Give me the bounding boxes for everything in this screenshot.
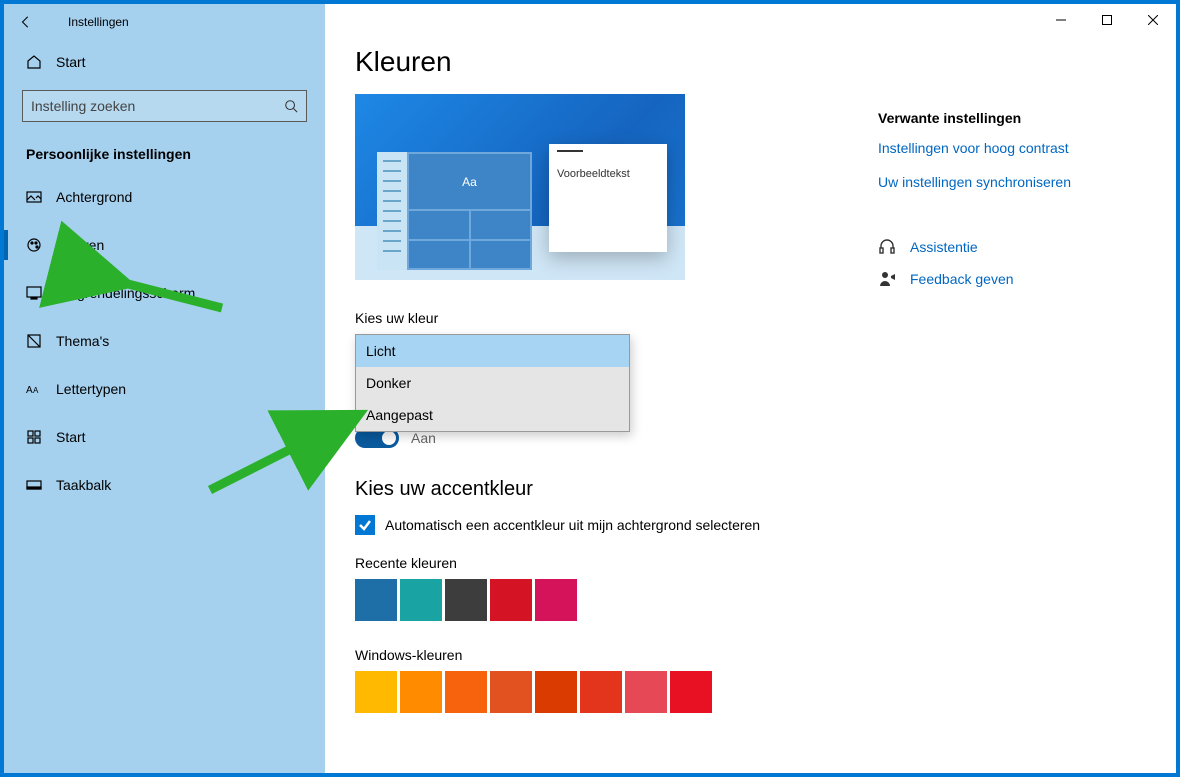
search-box[interactable] <box>22 90 307 122</box>
window-title: Instellingen <box>68 15 129 29</box>
color-swatch[interactable] <box>355 671 397 713</box>
preview-tile: Aa <box>409 154 530 209</box>
sidebar-item-start[interactable]: Start <box>4 416 325 458</box>
color-swatch[interactable] <box>625 671 667 713</box>
color-swatch[interactable] <box>580 671 622 713</box>
link-assistance[interactable]: Assistentie <box>878 238 1118 256</box>
sidebar-item-lockscreen[interactable]: Vergrendelingsscherm <box>4 272 325 314</box>
link-feedback[interactable]: Feedback geven <box>878 270 1118 288</box>
link-sync-settings[interactable]: Uw instellingen synchroniseren <box>878 174 1118 190</box>
home-label: Start <box>56 54 86 70</box>
color-swatch[interactable] <box>400 671 442 713</box>
search-input[interactable] <box>31 98 284 114</box>
sidebar: Instellingen Start Persoonlijke instelli… <box>4 4 325 773</box>
windows-colors-row <box>355 671 1146 713</box>
auto-accent-row[interactable]: Automatisch een accentkleur uit mijn ach… <box>355 515 1146 535</box>
color-swatch[interactable] <box>670 671 712 713</box>
color-swatch[interactable] <box>400 579 442 621</box>
recent-colors-label: Recente kleuren <box>355 555 1146 571</box>
color-mode-dropdown[interactable]: Licht Donker Aangepast <box>355 334 630 432</box>
windows-colors-label: Windows-kleuren <box>355 647 1146 663</box>
color-swatch[interactable] <box>445 579 487 621</box>
choose-color-label: Kies uw kleur <box>355 310 1146 326</box>
color-swatch[interactable] <box>535 671 577 713</box>
nav-items: Achtergrond Kleuren Vergrendelingsscherm… <box>4 176 325 512</box>
sidebar-item-label: Taakbalk <box>56 477 111 493</box>
sidebar-item-label: Start <box>56 429 86 445</box>
link-high-contrast[interactable]: Instellingen voor hoog contrast <box>878 140 1118 156</box>
sidebar-item-label: Vergrendelingsscherm <box>56 285 195 301</box>
minimize-button[interactable] <box>1038 4 1084 36</box>
home-icon <box>26 54 42 70</box>
sidebar-item-colors[interactable]: Kleuren <box>4 224 325 266</box>
related-heading: Verwante instellingen <box>878 110 1118 126</box>
sidebar-item-background[interactable]: Achtergrond <box>4 176 325 218</box>
start-icon <box>26 429 42 445</box>
dropdown-option-light[interactable]: Licht <box>356 335 629 367</box>
close-button[interactable] <box>1130 4 1176 36</box>
maximize-button[interactable] <box>1084 4 1130 36</box>
preview-window: Voorbeeldtekst <box>549 144 667 252</box>
sidebar-item-themes[interactable]: Thema's <box>4 320 325 362</box>
theme-icon <box>26 333 42 349</box>
font-icon: AA <box>26 381 42 397</box>
headset-icon <box>878 238 896 256</box>
lockscreen-icon <box>26 285 42 301</box>
toggle-label: Aan <box>411 430 436 446</box>
home-button[interactable]: Start <box>4 40 325 84</box>
search-icon <box>284 99 298 113</box>
titlebar: Instellingen <box>4 4 325 40</box>
settings-window: Instellingen Start Persoonlijke instelli… <box>4 4 1176 773</box>
color-swatch[interactable] <box>490 579 532 621</box>
recent-colors-row <box>355 579 1146 621</box>
color-swatch[interactable] <box>490 671 532 713</box>
link-text: Feedback geven <box>910 271 1014 287</box>
sidebar-item-taskbar[interactable]: Taakbalk <box>4 464 325 506</box>
preview-start-menu: Aa <box>377 152 532 270</box>
window-controls <box>1038 4 1176 36</box>
dropdown-option-dark[interactable]: Donker <box>356 367 629 399</box>
back-button[interactable] <box>10 6 42 38</box>
theme-preview: Aa Voorbeeldtekst <box>355 94 685 280</box>
palette-icon <box>26 237 42 253</box>
picture-icon <box>26 189 42 205</box>
accent-heading: Kies uw accentkleur <box>355 478 1146 501</box>
link-text: Assistentie <box>910 239 978 255</box>
sidebar-item-label: Lettertypen <box>56 381 126 397</box>
person-icon <box>878 270 896 288</box>
color-swatch[interactable] <box>445 671 487 713</box>
color-swatch[interactable] <box>535 579 577 621</box>
sidebar-item-label: Kleuren <box>56 237 104 253</box>
sidebar-item-label: Thema's <box>56 333 109 349</box>
taskbar-icon <box>26 477 42 493</box>
sidebar-item-fonts[interactable]: AA Lettertypen <box>4 368 325 410</box>
preview-sample-text: Voorbeeldtekst <box>557 168 659 180</box>
color-swatch[interactable] <box>355 579 397 621</box>
main-content: Kleuren Aa Voorbeeldtekst Kies uw kleur … <box>325 4 1176 773</box>
checkbox-checked[interactable] <box>355 515 375 535</box>
auto-accent-label: Automatisch een accentkleur uit mijn ach… <box>385 517 760 533</box>
page-title: Kleuren <box>355 46 1146 78</box>
sidebar-section-title: Persoonlijke instellingen <box>4 140 325 176</box>
svg-text:A: A <box>26 385 33 396</box>
sidebar-item-label: Achtergrond <box>56 189 132 205</box>
dropdown-option-custom[interactable]: Aangepast <box>356 399 629 431</box>
svg-text:A: A <box>33 386 39 395</box>
related-settings-panel: Verwante instellingen Instellingen voor … <box>878 110 1118 302</box>
